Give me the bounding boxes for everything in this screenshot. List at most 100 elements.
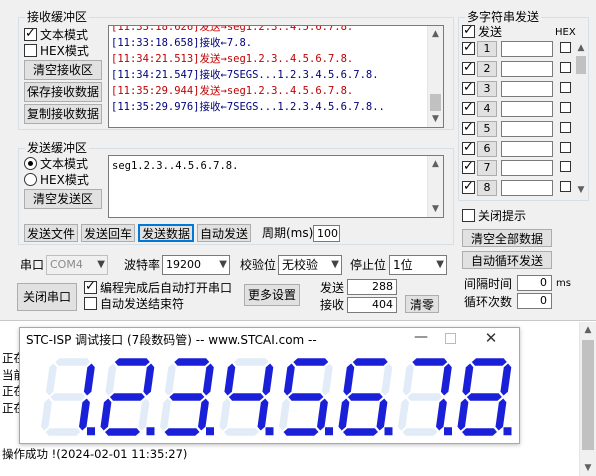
multi-row-data-input[interactable] [501,120,553,137]
multi-row-data-input[interactable] [501,100,553,117]
parity-select[interactable]: 无校验 ▼ [278,255,342,275]
multi-row-send-button[interactable]: 7 [477,160,497,177]
multi-row-send-button[interactable]: 8 [477,180,497,197]
digit-2-segment-g [109,393,145,401]
recv-text-mode-checkbox[interactable] [24,26,37,42]
multi-string-row: 7 [460,159,572,177]
multi-send-header-checkbox[interactable] [462,23,475,39]
multi-row-data-input[interactable] [501,140,553,157]
stopbits-select[interactable]: 1位 ▼ [389,255,447,275]
multi-row-data-input[interactable] [501,180,553,197]
multi-row-hex-checkbox[interactable] [560,42,571,53]
more-settings-button[interactable]: 更多设置 [244,284,300,306]
multi-row-send-checkbox[interactable] [462,179,475,195]
scroll-thumb[interactable] [430,94,441,111]
copy-receive-button[interactable]: 复制接收数据 [24,104,102,124]
clear-send-button[interactable]: 清空发送区 [24,189,102,209]
receive-lines: [11:33:18.626]发送→seg1.2.3..4.5.6.7.8. [11… [111,26,385,115]
log-scroll-up-icon[interactable]: ▲ [580,322,596,338]
recv-count-value: 404 [347,297,397,313]
receive-line: [11:34:21.513]发送→seg1.2.3..4.5.6.7.8. [111,53,354,65]
log-scroll-thumb[interactable] [582,340,594,450]
send-enter-button[interactable]: 发送回车 [81,224,135,242]
log-scroll-down-icon[interactable]: ▼ [580,460,596,476]
multi-row-send-button[interactable]: 4 [477,100,497,117]
multi-row-send-button[interactable]: 1 [477,41,497,57]
period-input[interactable]: 100 [313,225,340,242]
scroll-up-icon[interactable]: ▲ [428,26,443,42]
close-port-button[interactable]: 关闭串口 [17,283,77,311]
log-scrollbar[interactable]: ▲ ▼ [579,322,596,476]
loop-count-input[interactable]: 0 [517,293,552,309]
multi-row-data-input[interactable] [501,41,553,57]
digit-8-decimal-point [503,427,512,436]
send-scroll-up-icon[interactable]: ▲ [428,156,443,172]
open-after-program-checkbox[interactable] [84,279,97,295]
digit-3-segment-b [202,363,214,396]
port-select[interactable]: COM4 ▼ [46,255,108,275]
multi-row-send-checkbox[interactable] [462,40,475,56]
send-text-area[interactable]: seg1.2.3..4.5.6.7.8. ▲ ▼ [108,155,444,218]
send-scroll-down-icon[interactable]: ▼ [428,201,443,217]
digit-6-segment-c [376,398,388,431]
send-text-mode-radio[interactable] [24,157,37,170]
send-data-button[interactable]: 发送数据 [138,224,194,242]
multi-hex-header-label: HEX [555,27,576,38]
multi-row-hex-checkbox[interactable] [560,61,571,73]
digit-2-segment-a [114,358,150,366]
seg-window[interactable]: STC-ISP 调试接口 (7段数码管) -- www.STCAI.com --… [19,327,520,444]
multi-row-hex-checkbox[interactable] [560,161,571,173]
interval-input[interactable]: 0 [517,275,552,291]
multi-scrollbar[interactable]: ▲ ▼ [574,40,588,198]
multi-row-send-button[interactable]: 5 [477,120,497,137]
auto-loop-send-button[interactable]: 自动循环发送 [462,251,552,269]
digit-1-segment-d [45,428,81,436]
receive-scrollbar[interactable]: ▲ ▼ [427,26,443,127]
clear-all-data-button[interactable]: 清空全部数据 [462,229,552,247]
multi-row-send-button[interactable]: 6 [477,140,497,157]
multi-row-send-checkbox[interactable] [462,120,475,136]
maximize-icon[interactable] [445,333,456,344]
receive-text-area[interactable]: [11:33:18.626]发送→seg1.2.3..4.5.6.7.8. [11… [108,25,444,128]
close-icon[interactable]: ✕ [480,329,502,347]
save-receive-button[interactable]: 保存接收数据 [24,82,102,102]
scroll-down-icon[interactable]: ▼ [428,111,443,127]
multi-row-data-input[interactable] [501,160,553,177]
multi-row-hex-checkbox[interactable] [560,81,571,93]
period-label: 周期(ms) [262,226,314,240]
minimize-icon[interactable]: — [410,329,432,345]
multi-row-send-button[interactable]: 2 [477,60,497,77]
multi-row-data-input[interactable] [501,60,553,77]
recv-hex-mode-checkbox[interactable] [24,44,37,57]
multi-row-hex-checkbox[interactable] [560,121,571,133]
multi-row-send-checkbox[interactable] [462,159,475,175]
multi-row-send-button[interactable]: 3 [477,80,497,97]
interval-unit: ms [556,278,571,289]
multi-row-send-checkbox[interactable] [462,60,475,76]
send-file-button[interactable]: 发送文件 [24,224,78,242]
auto-send-end-checkbox[interactable] [84,297,97,310]
send-scrollbar[interactable]: ▲ ▼ [427,156,443,217]
multi-row-send-checkbox[interactable] [462,140,475,156]
multi-scroll-thumb[interactable] [576,56,586,74]
multi-row-hex-checkbox[interactable] [560,141,571,153]
digit-7-decimal-point [444,427,452,436]
multi-row-hex-checkbox[interactable] [560,181,571,193]
clear-counts-button[interactable]: 清零 [405,295,439,313]
multi-row-send-checkbox[interactable] [462,100,475,116]
clear-receive-button[interactable]: 清空接收区 [24,60,102,80]
multi-row-send-checkbox[interactable] [462,80,475,96]
baud-select[interactable]: 19200 ▼ [162,255,230,275]
send-hex-mode-radio[interactable] [24,173,37,186]
receive-line: [11:34:21.547]接收←7SEGS...1.2.3.4.5.6.7.8… [111,69,379,81]
digit-4-segment-f [224,363,236,396]
auto-send-button[interactable]: 自动发送 [197,224,251,242]
multi-row-hex-checkbox[interactable] [560,101,571,113]
multi-row-data-input[interactable] [501,80,553,97]
close-tips-checkbox[interactable] [462,209,475,222]
multi-string-row: 3 [460,80,572,98]
digit-3-decimal-point [206,427,214,436]
multi-scroll-down-icon[interactable]: ▼ [574,182,588,198]
seg-window-titlebar[interactable]: STC-ISP 调试接口 (7段数码管) -- www.STCAI.com --… [20,328,519,352]
multi-scroll-up-icon[interactable]: ▲ [574,40,588,56]
